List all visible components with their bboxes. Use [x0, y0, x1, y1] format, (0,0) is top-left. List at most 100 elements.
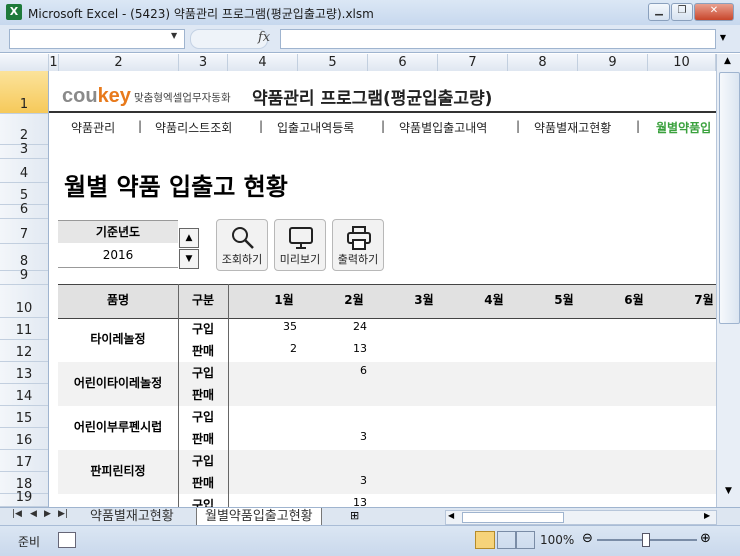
product-name[interactable]: 판피린티정 — [58, 462, 178, 479]
print-button[interactable]: 출력하기 — [332, 219, 384, 271]
sheet-tab-stock[interactable]: 약품별재고현황 — [82, 508, 182, 525]
nav-drug-list[interactable]: 약품리스트조회 — [155, 119, 232, 136]
column-header[interactable]: 8 — [508, 54, 578, 71]
maximize-button[interactable]: ❐ — [671, 3, 693, 21]
sheet-tab-bar: |◀ ◀ ▶ ▶| 약품별재고현황 월별약품입출고현황 ⊞ ◀ ▶ — [0, 507, 740, 526]
column-header[interactable]: 1 — [49, 54, 59, 71]
scroll-left-icon[interactable]: ◀ — [448, 511, 454, 520]
header-month: 3월 — [414, 293, 434, 307]
row-header[interactable]: 11 — [0, 318, 48, 340]
normal-view-icon[interactable] — [475, 531, 495, 549]
first-sheet-icon[interactable]: |◀ — [12, 509, 22, 519]
monitor-icon — [289, 227, 313, 249]
insert-sheet-icon[interactable]: ⊞ — [350, 509, 359, 522]
column-header[interactable]: 6 — [368, 54, 438, 71]
table-cell[interactable]: 35 — [247, 320, 297, 333]
page-layout-view-icon[interactable] — [497, 531, 517, 549]
nav-inout-by-drug[interactable]: 약품별입출고내역 — [399, 119, 487, 136]
table-cell[interactable]: 24 — [317, 320, 367, 333]
nav-monthly-inout[interactable]: 월별약품입 — [656, 119, 711, 136]
row-header[interactable]: 16 — [0, 428, 48, 450]
scrollbar-thumb[interactable] — [719, 72, 740, 324]
kind-buy: 구입 — [191, 366, 215, 380]
table-cell[interactable]: 6 — [317, 364, 367, 377]
nav-inout-register[interactable]: 입출고내역등록 — [277, 119, 354, 136]
product-name[interactable]: 타이레놀정 — [58, 330, 178, 347]
scrollbar-thumb[interactable] — [462, 512, 564, 523]
row-header[interactable]: 3 — [0, 142, 48, 159]
worksheet[interactable]: coukey 맞춤형엑셀업무자동화 약품관리 프로그램(평균입출고량) 약품관리… — [49, 71, 716, 507]
row-headers: 1 2 3 4 5 6 7 8 9 10 11 12 13 14 15 16 1… — [0, 71, 49, 507]
minimize-button[interactable]: ▁ — [648, 3, 670, 21]
header-kind: 구분 — [191, 293, 215, 307]
row-header[interactable]: 10 — [0, 285, 48, 318]
column-header[interactable]: 2 — [59, 54, 179, 71]
row-header[interactable]: 1 — [0, 71, 48, 114]
table-cell[interactable]: 13 — [317, 496, 367, 507]
column-header[interactable]: 5 — [298, 54, 368, 71]
table-cell[interactable]: 2 — [247, 342, 297, 355]
scroll-up-icon[interactable]: ▲ — [724, 56, 731, 66]
row-header[interactable]: 12 — [0, 340, 48, 362]
year-value-cell[interactable]: 2016 — [58, 244, 178, 268]
prev-sheet-icon[interactable]: ◀ — [30, 509, 37, 519]
year-down-button[interactable]: ▼ — [179, 249, 199, 269]
chevron-down-icon[interactable]: ▼ — [171, 31, 177, 40]
row-header[interactable]: 4 — [0, 159, 48, 183]
nav-stock-by-drug[interactable]: 약품별재고현황 — [534, 119, 611, 136]
row-header[interactable]: 6 — [0, 202, 48, 219]
row-header[interactable]: 2 — [0, 114, 48, 145]
formula-cancel-enter-area — [190, 29, 268, 49]
row-header[interactable]: 19 — [0, 490, 48, 507]
page-title: 월별 약품 입출고 현황 — [64, 173, 288, 201]
column-header[interactable]: 7 — [438, 54, 508, 71]
search-button[interactable]: 조회하기 — [216, 219, 268, 271]
scroll-down-icon[interactable]: ▼ — [725, 486, 732, 496]
close-button[interactable]: ✕ — [694, 3, 734, 21]
column-header[interactable]: 9 — [578, 54, 648, 71]
triangle-up-icon: ▲ — [185, 233, 193, 243]
macro-record-icon[interactable] — [58, 532, 76, 548]
vertical-scrollbar[interactable]: ▲ ▼ — [716, 54, 740, 507]
formula-bar: ▼ fx ▼ — [0, 25, 740, 53]
table-cell[interactable]: 3 — [317, 430, 367, 443]
formula-input[interactable] — [280, 29, 716, 49]
coukey-logo: coukey — [62, 85, 131, 107]
next-sheet-icon[interactable]: ▶ — [44, 509, 51, 519]
excel-app-icon[interactable]: X — [6, 4, 22, 20]
last-sheet-icon[interactable]: ▶| — [58, 509, 68, 519]
horizontal-scrollbar[interactable]: ◀ ▶ — [445, 510, 717, 525]
zoom-in-icon[interactable]: ⊕ — [700, 531, 711, 546]
product-name[interactable]: 어린이부루펜시럽 — [58, 418, 178, 435]
row-header[interactable]: 15 — [0, 406, 48, 428]
row-header[interactable]: 9 — [0, 268, 48, 285]
sheet-tab-monthly[interactable]: 월별약품입출고현황 — [196, 508, 322, 525]
zoom-slider-thumb[interactable] — [642, 533, 650, 547]
column-header[interactable]: 3 — [179, 54, 228, 71]
kind-sell: 판매 — [191, 344, 215, 358]
row-header[interactable]: 8 — [0, 244, 48, 271]
row-header[interactable]: 7 — [0, 219, 48, 244]
preview-button[interactable]: 미리보기 — [274, 219, 326, 271]
year-up-button[interactable]: ▲ — [179, 228, 199, 248]
table-cell[interactable]: 13 — [317, 342, 367, 355]
kind-sell: 판매 — [191, 476, 215, 490]
row-header[interactable]: 14 — [0, 384, 48, 406]
expand-formula-icon[interactable]: ▼ — [716, 29, 730, 47]
product-name[interactable]: 어린이타이레놀정 — [58, 374, 178, 391]
header-month: 2월 — [344, 293, 364, 307]
row-header[interactable]: 17 — [0, 450, 48, 472]
title-bar: X Microsoft Excel - (5423) 약품관리 프로그램(평균입… — [0, 0, 740, 26]
zoom-level[interactable]: 100% — [540, 533, 574, 547]
table-cell[interactable]: 3 — [317, 474, 367, 487]
row-header[interactable]: 13 — [0, 362, 48, 384]
column-header[interactable]: 4 — [228, 54, 298, 71]
column-header[interactable]: 10 — [648, 54, 716, 71]
function-icon[interactable]: fx — [258, 30, 270, 45]
select-all-corner[interactable] — [0, 54, 49, 71]
zoom-out-icon[interactable]: ⊖ — [582, 531, 593, 546]
scroll-right-icon[interactable]: ▶ — [704, 511, 710, 520]
page-break-view-icon[interactable] — [515, 531, 535, 549]
name-box[interactable] — [9, 29, 185, 49]
nav-drug-management[interactable]: 약품관리 — [71, 119, 115, 136]
